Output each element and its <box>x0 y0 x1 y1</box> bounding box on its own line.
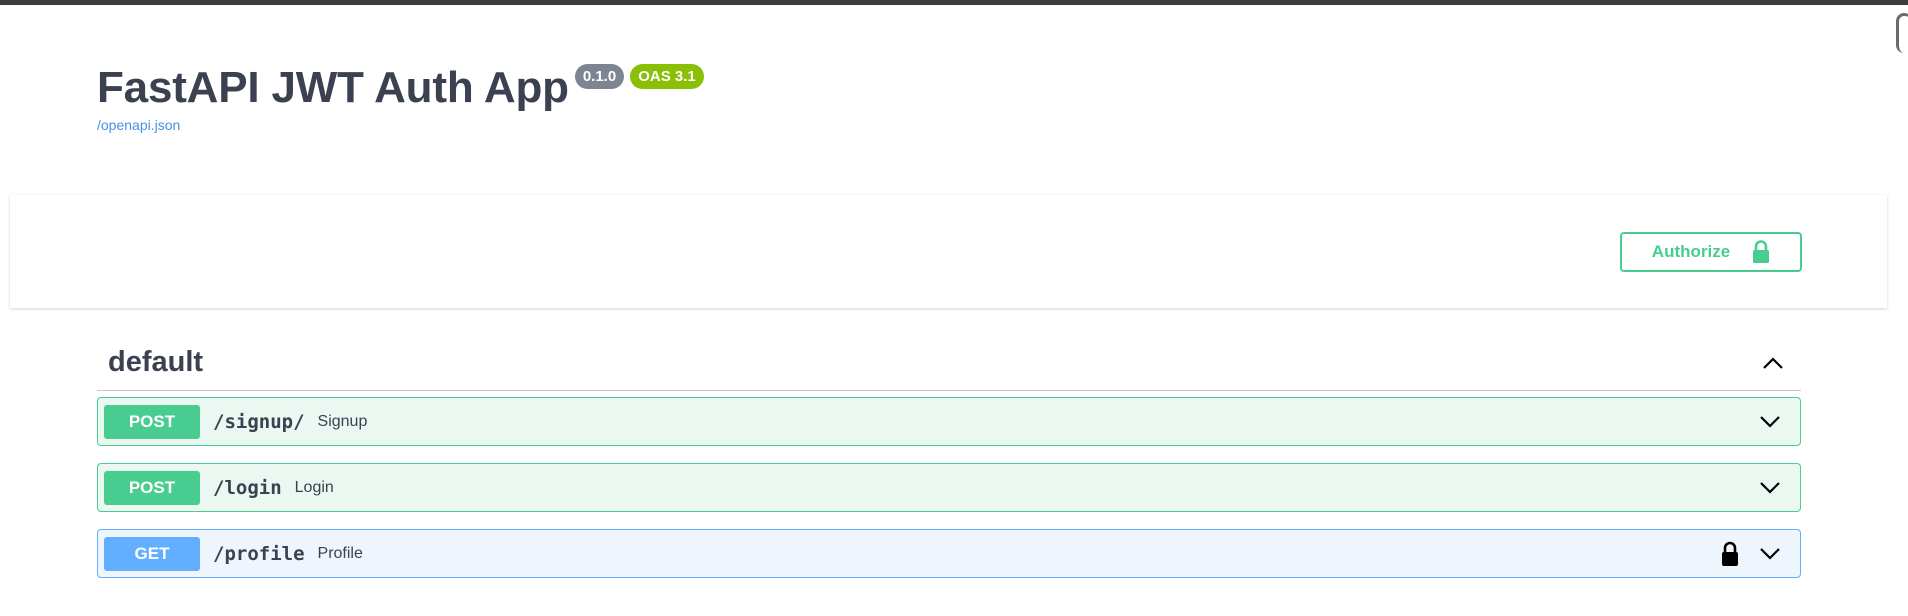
operation-login[interactable]: POST /login Login <box>97 463 1801 512</box>
operation-summary: Profile <box>317 544 363 562</box>
scheme-container: Authorize <box>10 195 1887 308</box>
operation-controls <box>1750 464 1790 511</box>
operation-path: /signup/ <box>213 410 305 433</box>
operation-controls <box>1720 530 1790 577</box>
tag-header[interactable]: default <box>97 335 1801 391</box>
authorize-button-label: Authorize <box>1651 242 1731 261</box>
operation-path: /login <box>213 476 282 499</box>
expand-operation-button[interactable] <box>1750 468 1790 508</box>
method-badge: GET <box>104 536 200 571</box>
lock-icon[interactable] <box>1720 541 1740 567</box>
tag-title: default <box>108 346 204 378</box>
lock-icon <box>1753 240 1770 263</box>
operation-summary: Signup <box>317 412 368 430</box>
chevron-up-icon <box>1763 356 1783 369</box>
operation-summary: Login <box>294 478 334 496</box>
scrollbar-thumb[interactable] <box>1896 13 1908 53</box>
method-badge: POST <box>104 470 200 505</box>
api-info: FastAPI JWT Auth App 0.1.0 OAS 3.1 /open… <box>97 62 710 133</box>
version-badge: 0.1.0 <box>574 64 625 89</box>
authorize-button[interactable]: Authorize <box>1620 232 1802 272</box>
expand-operation-button[interactable] <box>1750 402 1790 442</box>
method-badge: POST <box>104 404 200 439</box>
chevron-down-icon <box>1760 547 1780 560</box>
chevron-down-icon <box>1760 415 1780 428</box>
title-row: FastAPI JWT Auth App 0.1.0 OAS 3.1 <box>97 62 710 114</box>
operation-signup[interactable]: POST /signup/ Signup <box>97 397 1801 446</box>
expand-operation-button[interactable] <box>1750 534 1790 574</box>
chevron-down-icon <box>1760 481 1780 494</box>
scrollbar[interactable] <box>1896 5 1908 616</box>
operation-profile[interactable]: GET /profile Profile <box>97 529 1801 578</box>
openapi-spec-link[interactable]: /openapi.json <box>97 117 710 133</box>
oas-badge: OAS 3.1 <box>630 64 704 89</box>
collapse-tag-button[interactable] <box>1753 343 1793 383</box>
version-badges: 0.1.0 OAS 3.1 <box>574 64 710 89</box>
tag-section-default: default POST /signup/ Signup POST /login… <box>97 335 1801 578</box>
operation-controls <box>1750 398 1790 445</box>
page-title: FastAPI JWT Auth App <box>97 63 569 112</box>
browser-top-bar <box>0 0 1908 5</box>
operation-path: /profile <box>213 542 305 565</box>
